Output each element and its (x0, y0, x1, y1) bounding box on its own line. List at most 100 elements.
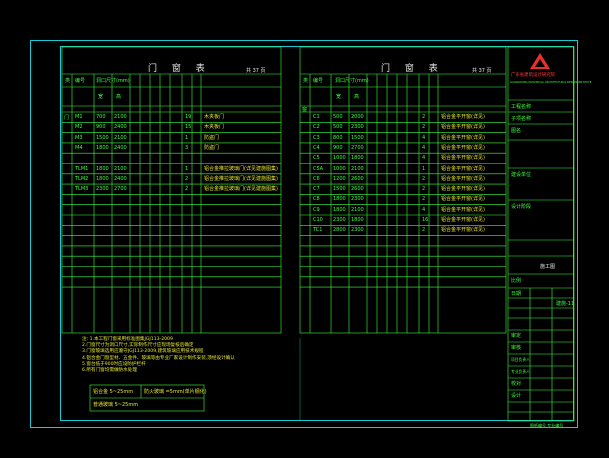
left-header-type: 类 (65, 78, 71, 84)
right-cell-width: 1800 (333, 206, 346, 213)
tb-sign-pm: 项目负责人 (511, 357, 530, 362)
left-cell-height: 2400 (114, 175, 127, 182)
left-cell-remark: 防盗门 (204, 134, 220, 141)
left-cell-width: 700 (96, 114, 106, 120)
company-subtitle: GUANGDONG PROVINCIAL ARCHITECTURAL DESIG… (510, 81, 592, 84)
tb-date: 日期 (511, 291, 522, 297)
right-cell-count: 4 (422, 134, 426, 141)
company-name: 广东省建筑设计研究院 (511, 73, 555, 78)
right-cell-height: 1800 (351, 217, 364, 223)
tb-sign-review: 审核 (511, 345, 522, 351)
left-cell-code: M4 (75, 144, 83, 151)
left-cell-remark: 木夹板门 (204, 114, 225, 120)
right-header-code: 编号 (313, 78, 324, 84)
left-cell-remark: 木夹板门 (204, 124, 225, 131)
left-category: 门 (64, 115, 70, 121)
right-cell-width: 2300 (333, 217, 346, 223)
left-cell-code: M3 (75, 134, 83, 141)
right-cell-count: 4 (422, 155, 426, 162)
tb-sign-design: 设计 (511, 393, 522, 399)
right-cell-remark: 铝合金平开窗(详见) (441, 124, 485, 131)
left-cell-count: 2 (185, 175, 189, 182)
tb-footer: 图纸编号 专业编号 (530, 423, 564, 428)
right-cell-height: 2000 (351, 114, 364, 120)
right-cell-remark: 铝合金平开窗(详见) (441, 134, 485, 141)
right-cell-remark: 铝合金平开窗(详见) (441, 217, 485, 223)
tb-drawing-name: 图名 (511, 128, 522, 134)
right-cell-width: 1500 (333, 186, 346, 193)
right-cell-remark: 铝合金平开窗(详见) (441, 227, 485, 234)
left-cell-height: 2100 (114, 134, 127, 141)
tb-scale: 比例 (511, 278, 522, 284)
right-header-width: 宽 (336, 94, 342, 100)
right-cell-remark: 铝合金平开窗(详见) (441, 175, 485, 182)
right-cell-width: 500 (333, 114, 343, 120)
left-cell-height: 2100 (114, 114, 127, 120)
right-cell-code: C10 (313, 217, 323, 223)
right-header-type: 类 (303, 78, 309, 84)
right-cell-code: C1 (313, 114, 320, 120)
right-cell-height: 2100 (351, 165, 364, 172)
left-cell-height: 2700 (114, 186, 127, 193)
left-cell-remark: 铝合金推拉玻璃门(详见建施图集) (204, 165, 278, 172)
right-cell-code: TC1 (313, 227, 323, 234)
left-cell-code: M1 (75, 114, 83, 120)
right-cell-code: C7 (313, 186, 320, 193)
left-cell-code: TLM2 (75, 175, 89, 182)
right-table-title: 门 窗 表 (381, 64, 444, 74)
right-header-height: 高 (354, 94, 360, 100)
right-cell-count: 2 (422, 124, 426, 131)
right-category: 窗 (302, 107, 308, 113)
tb-client: 建设单位 (511, 172, 532, 178)
right-cell-count: 1 (422, 165, 426, 172)
note-line: 6.所有门窗均需做防水处理 (82, 368, 137, 374)
left-cell-width: 1800 (96, 175, 109, 182)
left-cell-remark: 防盗门 (204, 144, 220, 151)
right-cell-remark: 铝合金平开窗(详见) (441, 165, 485, 172)
right-cell-height: 2100 (351, 206, 364, 213)
left-cell-height: 2400 (114, 144, 127, 151)
right-cell-remark: 铝合金平开窗(详见) (441, 114, 485, 120)
right-cell-width: 1800 (333, 196, 346, 203)
legend-a: 铝合金 5~25mm (93, 389, 134, 395)
right-cell-height: 2700 (351, 144, 364, 151)
left-header-code: 编号 (75, 78, 86, 84)
tb-project: 工程名称 (511, 104, 532, 110)
legend-b: 防火玻璃 =5mm(单片钢化) (144, 389, 207, 395)
right-cell-width: 500 (333, 124, 343, 131)
tb-sign-approve: 审定 (511, 333, 522, 339)
left-table-title: 门 窗 表 (148, 64, 211, 74)
left-cell-count: 3 (185, 144, 189, 151)
left-cell-code: TLM1 (75, 165, 89, 172)
right-cell-remark: 铝合金平开窗(详见) (441, 144, 485, 151)
tb-sign-check: 校对 (511, 381, 522, 387)
right-cell-count: 2 (422, 114, 426, 120)
right-cell-remark: 铝合金平开窗(详见) (441, 186, 485, 193)
tb-stage-value: 施工图 (540, 264, 556, 270)
right-cell-code: C9 (313, 206, 320, 213)
left-header-height: 高 (116, 94, 122, 100)
right-unit-note: 共 37 页 (472, 68, 492, 74)
right-cell-height: 2600 (351, 175, 364, 182)
right-cell-count: 2 (422, 227, 426, 234)
tb-stage: 设计阶段 (511, 204, 532, 210)
notes-block: 注: 1.本工程门窗采用标准图集JGJ113-2009 2.门窗尺寸为洞口尺寸,… (82, 337, 282, 374)
left-cell-remark: 铝合金推拉玻璃门(详见建施图集) (204, 175, 278, 182)
right-cell-width: 900 (333, 144, 343, 151)
company-logo-icon (530, 53, 550, 69)
left-cell-count: 2 (185, 186, 189, 193)
left-cell-width: 900 (96, 124, 106, 131)
right-cell-height: 1800 (351, 155, 364, 162)
right-cell-width: 2800 (333, 227, 346, 234)
left-cell-width: 2300 (96, 186, 109, 193)
left-cell-count: 15 (185, 124, 192, 131)
right-cell-count: 2 (422, 175, 426, 182)
right-cell-count: 2 (422, 196, 426, 203)
left-cell-height: 2400 (114, 124, 127, 131)
left-cell-remark: 铝合金推拉玻璃门(详见建施图集) (204, 186, 278, 193)
left-unit-note: 共 37 页 (246, 68, 266, 74)
left-cell-width: 1500 (96, 134, 109, 141)
right-cell-height: 2300 (351, 124, 364, 131)
right-cell-width: 1200 (333, 175, 346, 182)
right-cell-height: 2300 (351, 196, 364, 203)
